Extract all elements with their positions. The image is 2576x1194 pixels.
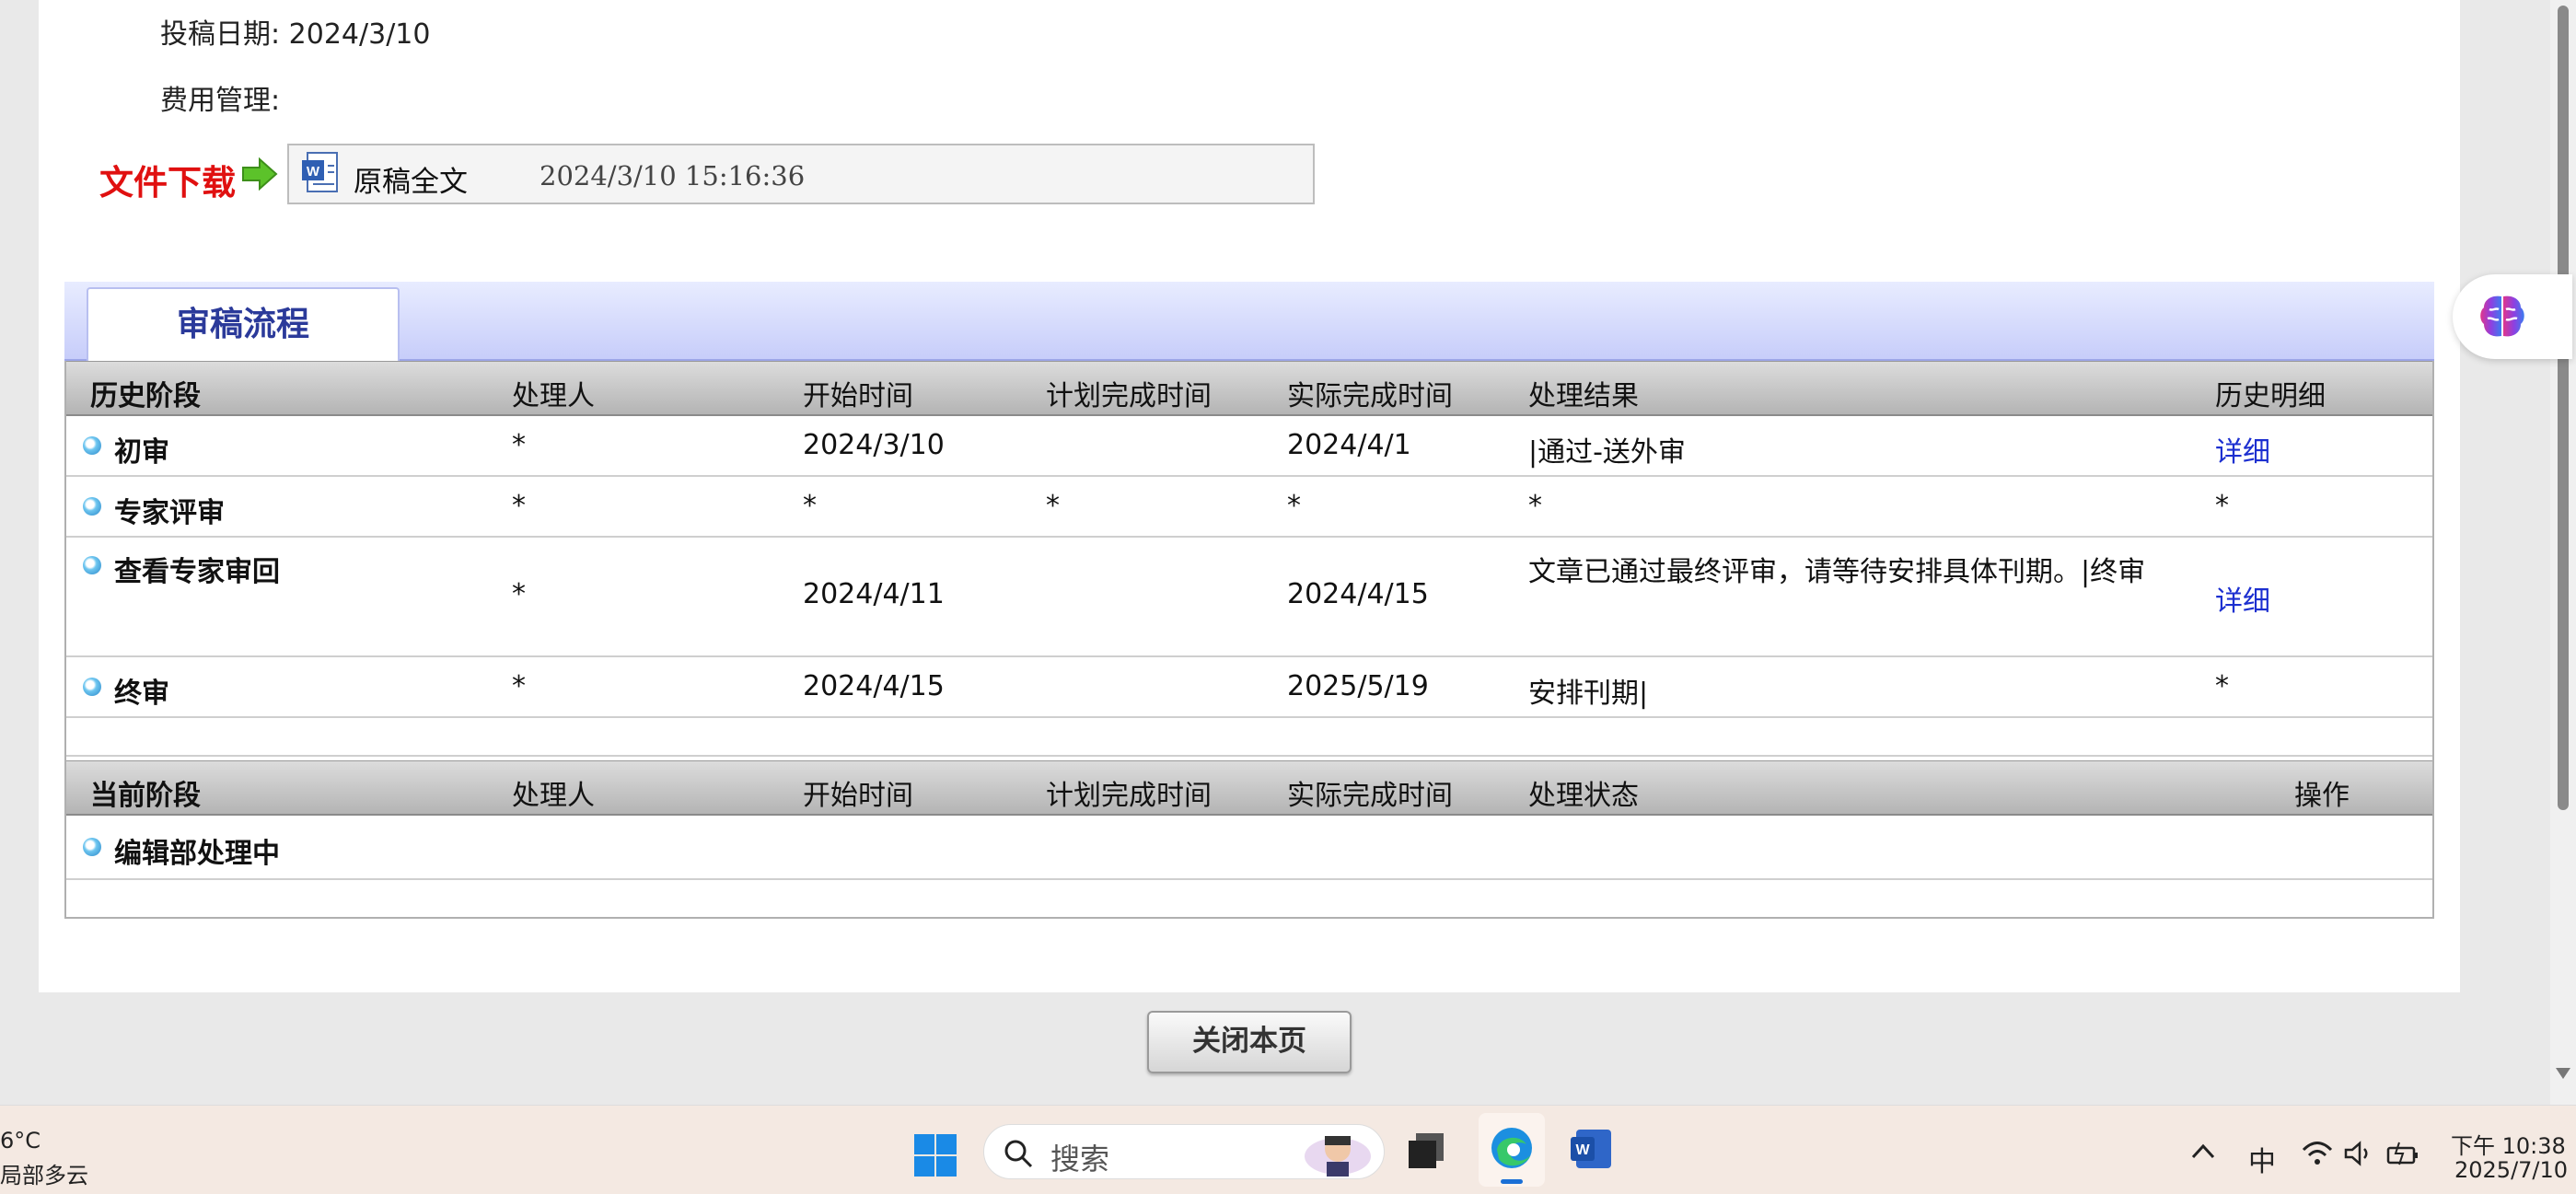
plan-time: * (1046, 490, 1060, 522)
weather-temp[interactable]: 6°C (0, 1128, 41, 1153)
bullet-icon (83, 678, 101, 696)
svg-text:W: W (1575, 1142, 1590, 1158)
stage-name: 编辑部处理中 (114, 838, 280, 870)
submit-date-label: 投稿日期: (160, 18, 281, 51)
detail-link[interactable]: 详细 (2215, 429, 2270, 469)
stage-name: 初审 (114, 436, 169, 469)
clock-time[interactable]: 下午 10:38 (2451, 1128, 2566, 1160)
history-table: 历史阶段 处理人 开始时间 计划完成时间 实际完成时间 处理结果 历史明细 初审… (64, 361, 2434, 760)
submit-date-line: 投稿日期: 2024/3/10 (160, 11, 430, 52)
detail: * (2215, 670, 2229, 702)
actual-time: 2024/4/1 (1287, 429, 1411, 461)
edge-taskbar-slot[interactable] (1479, 1113, 1545, 1187)
arrow-right-icon (242, 156, 278, 191)
file-name-link[interactable]: 原稿全文 (354, 158, 468, 200)
search-placeholder: 搜索 (1050, 1142, 1110, 1177)
result: 文章已通过最终评审，请等待安排具体刊期。|终审 (1528, 556, 2146, 588)
tab-review-process[interactable]: 审稿流程 (87, 287, 400, 361)
col-handler: 处理人 (512, 380, 595, 412)
col-start-time: 开始时间 (803, 380, 913, 412)
table-row-empty (66, 718, 2432, 757)
actual-time: * (1287, 490, 1301, 522)
table-row: 编辑部处理中 (66, 816, 2432, 880)
bullet-icon (83, 497, 101, 516)
col-actual-time: 实际完成时间 (1287, 780, 1453, 812)
file-download-item[interactable]: W 原稿全文 2024/3/10 15:16:36 (287, 144, 1315, 204)
table-row: 查看专家审回 * 2024/4/11 2024/4/15 文章已通过最终评审，请… (66, 538, 2432, 657)
scroll-down-arrow-icon[interactable] (2556, 1068, 2570, 1079)
col-current-stage: 当前阶段 (90, 780, 201, 812)
bullet-icon (83, 838, 101, 856)
table-row: 初审 * 2024/3/10 2024/4/1 |通过-送外审 详细 (66, 416, 2432, 477)
fee-label: 费用管理: (160, 85, 281, 117)
file-download-label: 文件下载 (99, 163, 236, 203)
file-upload-time: 2024/3/10 15:16:36 (540, 160, 806, 191)
input-method-indicator[interactable]: 中 (2248, 1139, 2276, 1179)
review-process-tabbar: 审稿流程 (64, 282, 2434, 361)
result: * (1528, 490, 1542, 522)
handler: * (512, 670, 526, 702)
windows-taskbar: 6°C 局部多云 搜索 W 中 下午 10:38 2025/7/10 (0, 1105, 2576, 1194)
bullet-icon (83, 436, 101, 455)
svg-text:W: W (307, 164, 320, 180)
active-app-indicator (1501, 1179, 1523, 1184)
table-row: 终审 * 2024/4/15 2025/5/19 安排刊期| * (66, 657, 2432, 718)
bullet-icon (83, 556, 101, 574)
detail: * (2215, 490, 2229, 522)
current-header-row: 当前阶段 处理人 开始时间 计划完成时间 实际完成时间 处理状态 操作 (66, 760, 2432, 816)
volume-icon[interactable] (2344, 1141, 2373, 1166)
detail-link[interactable]: 详细 (2215, 578, 2270, 619)
col-history-detail: 历史明细 (2215, 380, 2326, 412)
stage-name: 查看专家审回 (114, 556, 280, 588)
brain-icon (2480, 296, 2524, 337)
close-page-button[interactable]: 关闭本页 (1147, 1011, 1352, 1073)
battery-icon[interactable] (2386, 1141, 2419, 1166)
result: 安排刊期| (1528, 678, 1649, 710)
col-start-time: 开始时间 (803, 780, 913, 812)
actual-time: 2025/5/19 (1287, 670, 1429, 702)
col-result: 处理结果 (1528, 380, 1639, 412)
col-actual-time: 实际完成时间 (1287, 380, 1453, 412)
taskbar-search[interactable]: 搜索 (983, 1124, 1385, 1179)
stage-name: 专家评审 (114, 497, 225, 529)
start-time: 2024/3/10 (803, 429, 945, 461)
actual-time: 2024/4/15 (1287, 578, 1429, 610)
table-row-empty (66, 880, 2432, 917)
col-history-stage: 历史阶段 (90, 380, 201, 412)
vertical-scrollbar[interactable] (2550, 0, 2576, 1105)
search-highlight-figure-icon (1305, 1136, 1371, 1177)
wifi-icon[interactable] (2302, 1141, 2333, 1166)
handler: * (512, 578, 526, 610)
handler: * (512, 490, 526, 522)
col-plan-time: 计划完成时间 (1046, 780, 1212, 812)
word-document-icon: W (302, 152, 338, 192)
current-stage-table: 当前阶段 处理人 开始时间 计划完成时间 实际完成时间 处理状态 操作 编辑部处… (64, 760, 2434, 919)
ai-assistant-button[interactable] (2453, 274, 2572, 359)
chevron-up-icon[interactable] (2191, 1142, 2215, 1159)
edge-browser-icon (1491, 1128, 1532, 1168)
col-status: 处理状态 (1528, 780, 1639, 812)
start-time: * (803, 490, 817, 522)
scrollbar-thumb[interactable] (2558, 6, 2569, 810)
weather-desc[interactable]: 局部多云 (0, 1157, 88, 1189)
stage-name: 终审 (114, 678, 169, 710)
col-plan-time: 计划完成时间 (1046, 380, 1212, 412)
table-row: 专家评审 * * * * * * (66, 477, 2432, 538)
col-action: 操作 (2294, 780, 2350, 812)
clock-date[interactable]: 2025/7/10 (2454, 1157, 2568, 1183)
handler: * (512, 429, 526, 461)
word-app-icon[interactable]: W (1569, 1126, 1615, 1172)
result: |通过-送外审 (1528, 436, 1686, 469)
start-time: 2024/4/15 (803, 670, 945, 702)
start-time: 2024/4/11 (803, 578, 945, 610)
search-icon (1004, 1140, 1033, 1168)
windows-start-icon[interactable] (913, 1133, 957, 1177)
task-view-icon[interactable] (1405, 1126, 1451, 1172)
history-header-row: 历史阶段 处理人 开始时间 计划完成时间 实际完成时间 处理结果 历史明细 (66, 361, 2432, 416)
col-handler: 处理人 (512, 780, 595, 812)
submit-date-value: 2024/3/10 (288, 18, 431, 51)
